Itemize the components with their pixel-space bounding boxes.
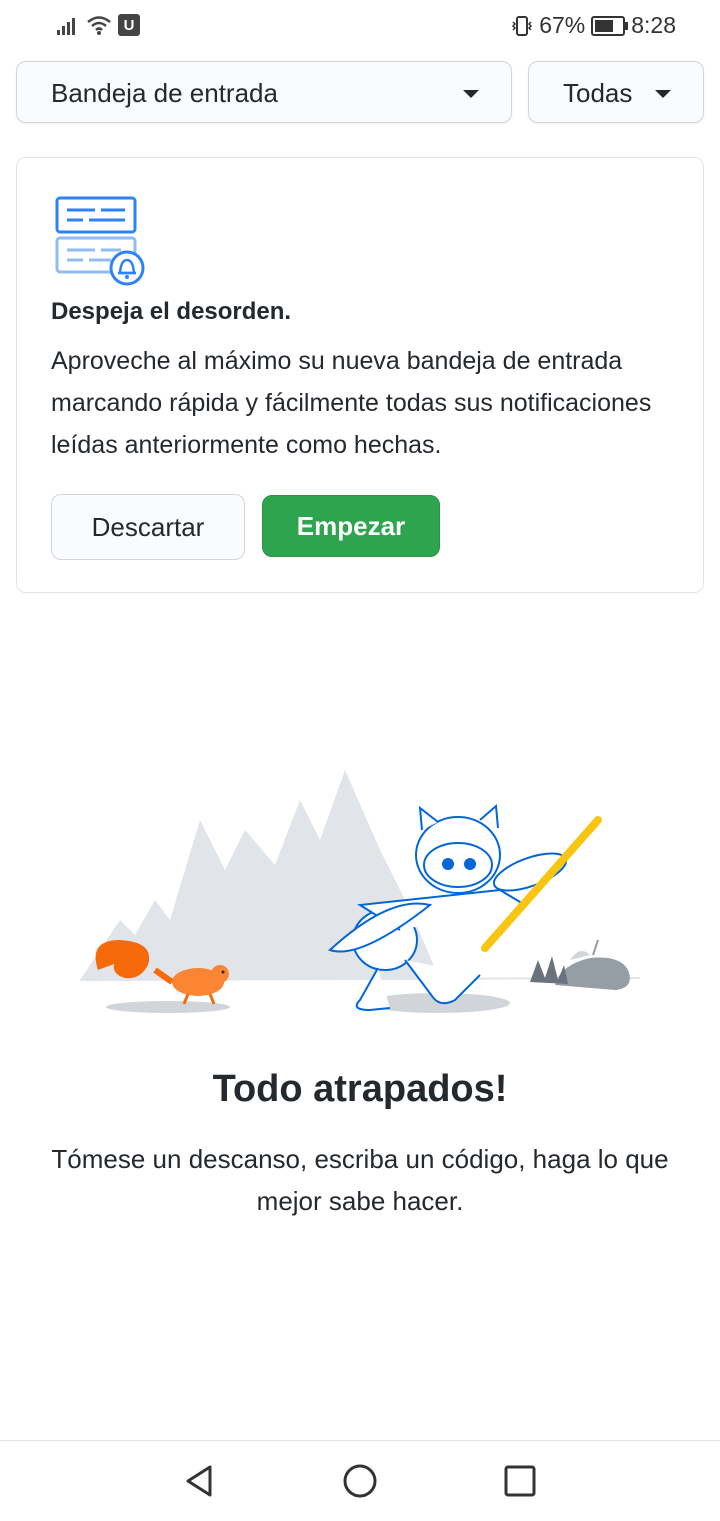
signal-icon [57, 18, 75, 35]
filter-dropdown-label: Todas [563, 78, 633, 108]
battery-fill [595, 19, 613, 32]
filter-dropdown[interactable]: Todas [528, 61, 704, 123]
promo-title: Despeja el desorden. [51, 298, 292, 325]
status-left: U [56, 14, 140, 36]
carrier-badge: U [118, 14, 140, 36]
vibrate-icon [512, 15, 533, 36]
promo-body: Aproveche al máximo su nueva bandeja de … [51, 347, 652, 459]
rock-shape [555, 957, 630, 990]
inbox-dropdown[interactable]: Bandeja de entrada [16, 61, 512, 123]
octocat-sweeping-illustration [79, 770, 641, 1013]
status-bar: U 67% 8:28 [0, 0, 720, 56]
caret-down-icon [463, 90, 479, 98]
status-right: 67% 8:28 [511, 12, 676, 39]
home-icon[interactable] [342, 1463, 378, 1499]
back-icon[interactable] [182, 1463, 218, 1499]
get-started-button[interactable]: Empezar [262, 495, 440, 557]
inbox-bell-icon [55, 196, 145, 286]
caret-down-icon [655, 90, 671, 98]
promo-card: Despeja el desorden. Aproveche al máximo… [16, 157, 704, 593]
recents-icon[interactable] [502, 1463, 538, 1499]
empty-state-text: Tómese un descanso, escriba un código, h… [51, 1144, 669, 1216]
empty-state-title: Todo atrapados! [212, 1068, 508, 1110]
navigation-bar [0, 1440, 720, 1521]
clock: 8:28 [631, 12, 676, 38]
inbox-dropdown-label: Bandeja de entrada [51, 78, 278, 108]
wifi-icon [87, 16, 111, 35]
grass-shape [530, 956, 568, 984]
battery-icon [591, 15, 629, 36]
battery-percent: 67% [539, 12, 586, 38]
dismiss-button[interactable]: Descartar [51, 494, 245, 560]
